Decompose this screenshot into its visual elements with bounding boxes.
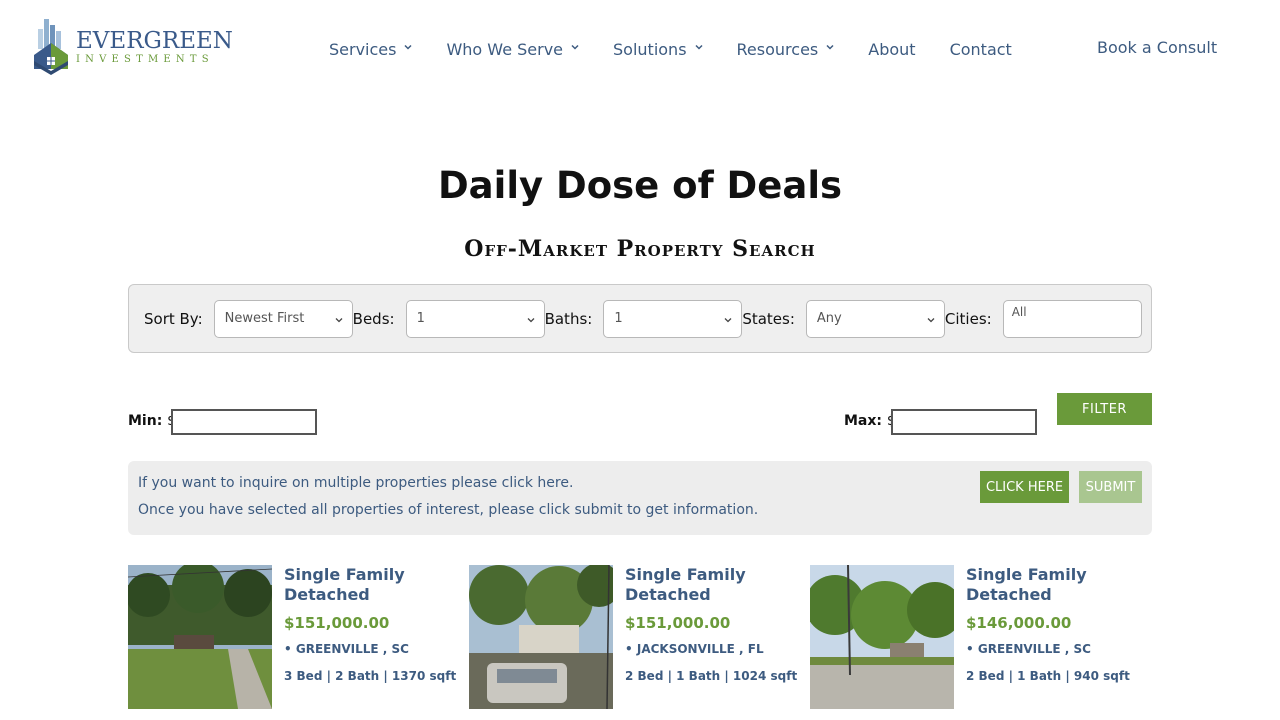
cities-multiselect[interactable]: All bbox=[1002, 299, 1142, 338]
states-select[interactable]: Any bbox=[805, 299, 945, 338]
property-price: $151,000.00 bbox=[625, 614, 731, 632]
property-type[interactable]: Single Family Detached bbox=[625, 565, 805, 605]
sort-select[interactable]: Newest First bbox=[213, 299, 353, 338]
property-price: $146,000.00 bbox=[966, 614, 1072, 632]
sort-label: Sort By: bbox=[144, 309, 203, 328]
property-specs: 3 Bed | 2 Bath | 1370 sqft bbox=[284, 669, 457, 683]
cities-label: Cities: bbox=[944, 309, 992, 328]
property-photo[interactable] bbox=[810, 565, 954, 709]
property-price: $151,000.00 bbox=[284, 614, 390, 632]
chevron-down-icon bbox=[826, 43, 834, 51]
nav-item-solutions[interactable]: Solutions bbox=[613, 40, 703, 59]
nav-item-resources[interactable]: Resources bbox=[737, 40, 835, 59]
chevron-down-icon bbox=[571, 43, 579, 51]
chevron-down-icon bbox=[404, 43, 412, 51]
site-header: EVERGREEN INVESTMENTS Services Who We Se… bbox=[0, 0, 1280, 96]
book-consult-link[interactable]: Book a Consult bbox=[1097, 38, 1217, 57]
property-location: • JACKSONVILLE , FL bbox=[625, 642, 764, 656]
max-label: Max: $ bbox=[844, 413, 896, 429]
chevron-down-icon bbox=[723, 314, 733, 324]
property-type[interactable]: Single Family Detached bbox=[284, 565, 464, 605]
chevron-down-icon bbox=[334, 314, 344, 324]
inquiry-box: If you want to inquire on multiple prope… bbox=[128, 461, 1152, 535]
states-label: States: bbox=[742, 309, 795, 328]
listing-card[interactable]: Single Family Detached $151,000.00 • GRE… bbox=[128, 565, 458, 720]
property-specs: 2 Bed | 1 Bath | 1024 sqft bbox=[625, 669, 798, 683]
min-label: Min: $ bbox=[128, 413, 176, 429]
baths-label: Baths: bbox=[544, 309, 593, 328]
nav-item-who-we-serve[interactable]: Who We Serve bbox=[446, 40, 579, 59]
listing-card[interactable]: Single Family Detached $151,000.00 • JAC… bbox=[469, 565, 799, 720]
property-type[interactable]: Single Family Detached bbox=[966, 565, 1146, 605]
nav-item-contact[interactable]: Contact bbox=[950, 40, 1012, 59]
filter-bar: Sort By: Newest First Beds: 1 Baths: 1 S… bbox=[128, 284, 1152, 353]
click-here-button[interactable]: CLICK HERE bbox=[980, 471, 1069, 503]
logo-name: EVERGREEN bbox=[76, 27, 233, 54]
max-price-input[interactable] bbox=[891, 409, 1037, 435]
property-photo[interactable] bbox=[469, 565, 613, 709]
evergreen-logo[interactable]: EVERGREEN INVESTMENTS bbox=[30, 16, 233, 78]
baths-select[interactable]: 1 bbox=[603, 299, 743, 338]
filter-button[interactable]: FILTER bbox=[1057, 393, 1152, 425]
chevron-down-icon bbox=[526, 314, 536, 324]
main-nav: Services Who We Serve Solutions Resource… bbox=[329, 38, 1046, 60]
chevron-down-icon bbox=[926, 314, 936, 324]
page-subtitle: Off-Market Property Search bbox=[464, 236, 816, 262]
inquiry-instruction-1: If you want to inquire on multiple prope… bbox=[138, 475, 574, 491]
property-location: • GREENVILLE , SC bbox=[284, 642, 409, 656]
listing-card[interactable]: Single Family Detached $146,000.00 • GRE… bbox=[810, 565, 1140, 720]
beds-label: Beds: bbox=[352, 309, 395, 328]
property-specs: 2 Bed | 1 Bath | 940 sqft bbox=[966, 669, 1130, 683]
inquiry-instruction-2: Once you have selected all properties of… bbox=[138, 502, 759, 518]
chevron-down-icon bbox=[695, 43, 703, 51]
min-price-input[interactable] bbox=[171, 409, 317, 435]
nav-item-services[interactable]: Services bbox=[329, 40, 412, 59]
logo-icon bbox=[30, 17, 72, 77]
nav-item-about[interactable]: About bbox=[868, 40, 915, 59]
property-photo[interactable] bbox=[128, 565, 272, 709]
property-location: • GREENVILLE , SC bbox=[966, 642, 1091, 656]
logo-tagline: INVESTMENTS bbox=[76, 53, 214, 65]
beds-select[interactable]: 1 bbox=[405, 299, 545, 338]
page-title: Daily Dose of Deals bbox=[437, 164, 843, 207]
submit-button[interactable]: SUBMIT bbox=[1079, 471, 1142, 503]
